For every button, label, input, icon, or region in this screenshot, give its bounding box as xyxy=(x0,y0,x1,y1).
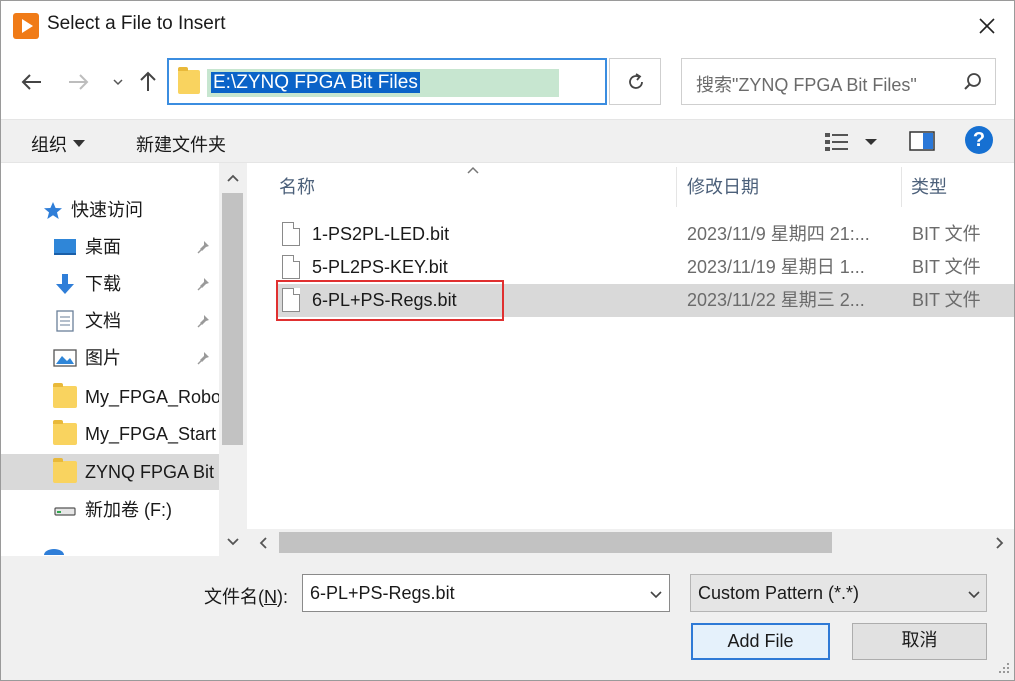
scrollbar-thumb[interactable] xyxy=(279,532,832,553)
refresh-button[interactable] xyxy=(609,58,661,105)
folder-icon xyxy=(53,420,77,445)
download-icon xyxy=(56,274,74,294)
file-icon xyxy=(282,255,300,279)
title-bar: Select a File to Insert xyxy=(1,1,1014,49)
back-arrow-icon xyxy=(21,74,41,90)
scroll-up-icon[interactable] xyxy=(226,173,240,183)
nav-item-pictures[interactable]: 图片 xyxy=(1,340,219,376)
nav-item-zynq-fpga-bit[interactable]: ZYNQ FPGA Bit xyxy=(1,454,219,490)
pin-icon xyxy=(197,352,209,365)
folder-icon xyxy=(53,458,77,483)
desktop-icon xyxy=(54,239,76,255)
file-dialog: Select a File to Insert E:\ZYNQ FPGA Bit… xyxy=(0,0,1015,681)
star-icon xyxy=(44,202,62,219)
cloud-icon xyxy=(44,549,64,555)
up-button[interactable] xyxy=(135,67,161,97)
search-icon xyxy=(964,73,981,90)
filename-label: 文件名(N): xyxy=(204,587,288,607)
nav-item-onedrive-partial xyxy=(1,541,219,555)
file-type-filter-select[interactable]: Custom Pattern (*.*) xyxy=(690,574,987,612)
address-bar[interactable]: E:\ZYNQ FPGA Bit Files xyxy=(167,58,756,105)
search-placeholder: 搜索"ZYNQ FPGA Bit Files" xyxy=(696,75,917,95)
chevron-down-icon xyxy=(113,79,123,86)
new-folder-button[interactable]: 新建文件夹 xyxy=(136,131,226,157)
nav-item-desktop[interactable]: 桌面 xyxy=(1,229,219,265)
forward-button[interactable] xyxy=(65,67,91,97)
resize-grip-icon[interactable] xyxy=(997,661,1011,675)
command-bar: 组织 新建文件夹 ? xyxy=(1,119,1014,163)
app-icon xyxy=(13,13,39,39)
column-header-name[interactable]: 名称 xyxy=(279,163,315,211)
organize-menu-button[interactable]: 组织 xyxy=(31,131,85,157)
column-divider[interactable] xyxy=(901,167,902,207)
caret-down-icon xyxy=(73,140,85,147)
help-button[interactable]: ? xyxy=(965,126,993,154)
highlight-annotation-box xyxy=(276,280,504,321)
file-icon xyxy=(282,222,300,246)
scroll-right-icon[interactable] xyxy=(995,536,1005,550)
nav-item-my-fpga-robo[interactable]: My_FPGA_Robo xyxy=(1,379,219,415)
pin-icon xyxy=(197,315,209,328)
pin-icon xyxy=(197,241,209,254)
close-icon xyxy=(979,18,995,34)
nav-quick-access[interactable]: 快速访问 xyxy=(1,192,219,228)
scroll-down-icon[interactable] xyxy=(226,537,240,547)
column-header-type[interactable]: 类型 xyxy=(911,163,947,211)
dialog-footer: 文件名(N): 6-PL+PS-Regs.bit Custom Pattern … xyxy=(1,556,1014,680)
horizontal-scrollbar[interactable] xyxy=(247,529,1014,556)
add-file-button[interactable]: Add File xyxy=(691,623,830,660)
chevron-down-icon xyxy=(968,591,980,599)
address-path[interactable]: E:\ZYNQ FPGA Bit Files xyxy=(207,69,559,97)
nav-item-my-fpga-start[interactable]: My_FPGA_Start xyxy=(1,416,219,452)
search-input[interactable]: 搜索"ZYNQ FPGA Bit Files" xyxy=(681,58,996,105)
recent-locations-button[interactable] xyxy=(105,67,123,97)
close-button[interactable] xyxy=(971,10,1003,42)
file-type-filter-value: Custom Pattern (*.*) xyxy=(698,583,860,603)
folder-icon xyxy=(178,67,200,94)
column-header-date[interactable]: 修改日期 xyxy=(687,163,759,211)
nav-item-drive-f[interactable]: 新加卷 (F:) xyxy=(1,492,219,528)
sort-ascending-icon xyxy=(467,166,479,174)
up-arrow-icon xyxy=(140,71,156,91)
filename-value: 6-PL+PS-Regs.bit xyxy=(310,583,455,603)
preview-pane-button[interactable] xyxy=(908,129,936,153)
view-options-button[interactable] xyxy=(823,130,883,154)
pictures-icon xyxy=(53,349,77,367)
navigation-pane: 快速访问 桌面 下载 文档 图片 My_FPGA_Robo My_FPGA_St… xyxy=(1,163,247,556)
forward-arrow-icon xyxy=(69,74,89,90)
nav-item-downloads[interactable]: 下载 xyxy=(1,266,219,302)
chevron-down-icon[interactable] xyxy=(649,590,663,600)
refresh-icon xyxy=(629,73,643,89)
nav-item-documents[interactable]: 文档 xyxy=(1,303,219,339)
file-list: 名称 修改日期 类型 1-PS2PL-LED.bit 2023/11/9 星期四… xyxy=(247,163,1014,556)
cancel-button[interactable]: 取消 xyxy=(852,623,987,660)
filename-input[interactable]: 6-PL+PS-Regs.bit xyxy=(302,574,670,612)
scroll-left-icon[interactable] xyxy=(258,536,268,550)
document-icon xyxy=(56,310,74,332)
pin-icon xyxy=(197,278,209,291)
scrollbar-thumb[interactable] xyxy=(222,193,243,445)
folder-icon xyxy=(53,383,77,408)
column-divider[interactable] xyxy=(676,167,677,207)
file-row[interactable]: 1-PS2PL-LED.bit 2023/11/9 星期四 21:... BIT… xyxy=(276,218,1014,251)
back-button[interactable] xyxy=(19,67,45,97)
window-title: Select a File to Insert xyxy=(47,13,226,34)
drive-icon xyxy=(54,507,76,516)
nav-scrollbar[interactable] xyxy=(219,163,246,556)
